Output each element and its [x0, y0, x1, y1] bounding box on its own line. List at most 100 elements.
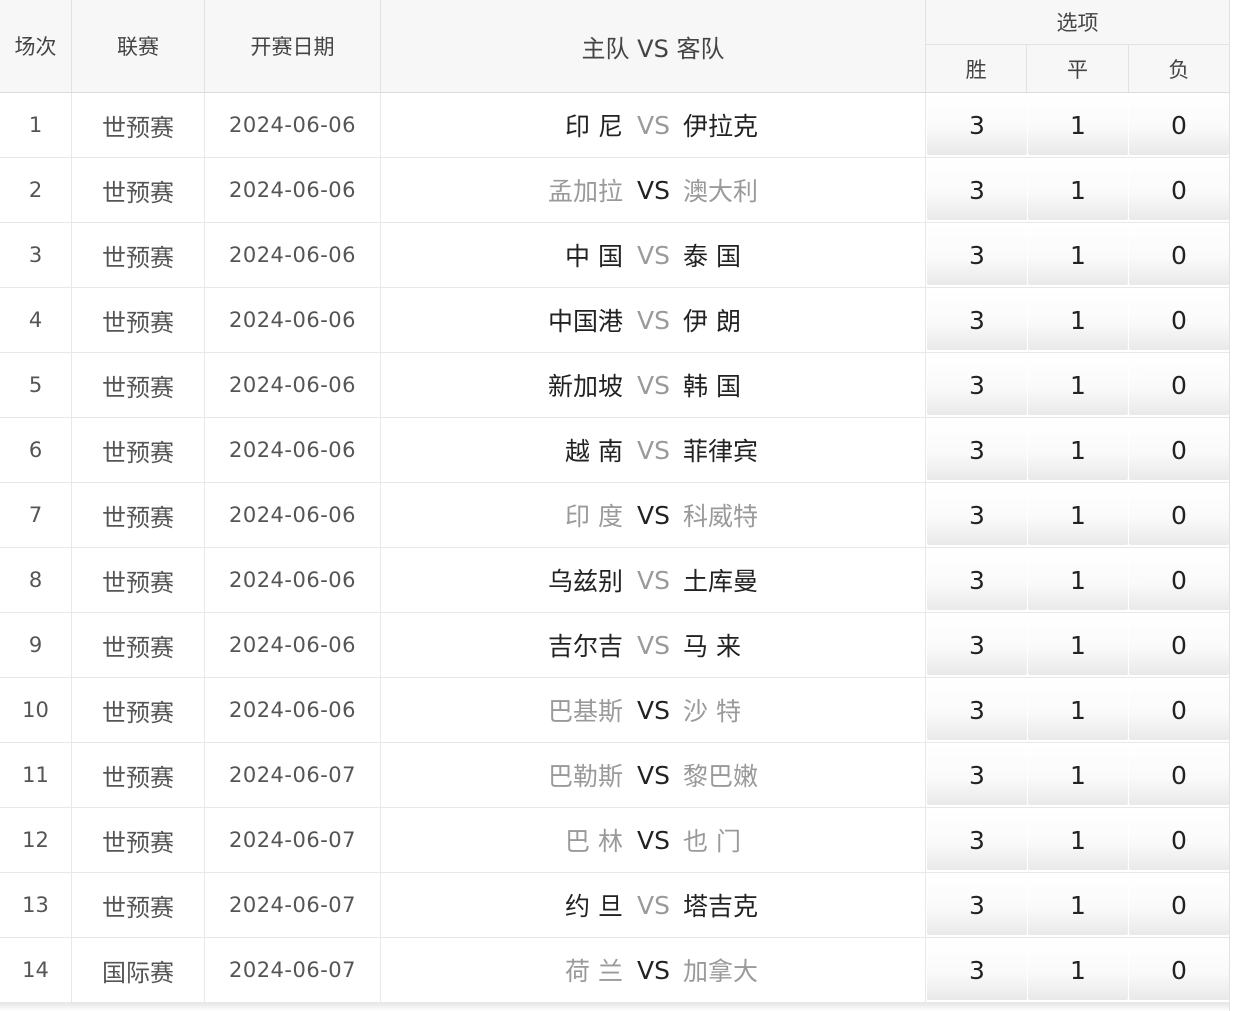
option-lose-button[interactable]: 0 — [1129, 875, 1229, 935]
away-team: 黎巴嫩 — [683, 762, 759, 791]
vs-label: VS — [637, 175, 670, 205]
header-options-title: 选项 — [926, 0, 1229, 45]
away-team: 科威特 — [683, 502, 759, 531]
option-draw-button[interactable]: 1 — [1028, 485, 1128, 545]
table-row: 2 世预赛 2024-06-06 孟加拉 VS 澳大利 3 1 0 — [0, 158, 1229, 223]
option-win-button[interactable]: 3 — [927, 745, 1027, 805]
option-draw-button[interactable]: 1 — [1028, 810, 1128, 870]
match-number: 7 — [0, 483, 72, 547]
header-league: 联赛 — [72, 0, 205, 92]
match-teams: 孟加拉 VS 澳大利 — [381, 158, 926, 222]
option-lose-button[interactable]: 0 — [1129, 810, 1229, 870]
match-date: 2024-06-06 — [205, 158, 381, 222]
match-number: 14 — [0, 938, 72, 1002]
option-win-button[interactable]: 3 — [927, 940, 1027, 1000]
option-lose-button[interactable]: 0 — [1129, 355, 1229, 415]
home-team: 印 尼 — [565, 112, 623, 141]
match-teams: 印 尼 VS 伊拉克 — [381, 93, 926, 157]
match-number: 4 — [0, 288, 72, 352]
header-no: 场次 — [0, 0, 72, 92]
home-team: 巴 林 — [565, 827, 623, 856]
option-win-button[interactable]: 3 — [927, 875, 1027, 935]
vs-label: VS — [637, 955, 670, 985]
match-number: 2 — [0, 158, 72, 222]
option-lose-button[interactable]: 0 — [1129, 940, 1229, 1000]
vs-label: VS — [637, 110, 670, 140]
match-number: 5 — [0, 353, 72, 417]
match-teams: 中国港 VS 伊 朗 — [381, 288, 926, 352]
table-row: 9 世预赛 2024-06-06 吉尔吉 VS 马 来 3 1 0 — [0, 613, 1229, 678]
away-team: 也 门 — [683, 827, 741, 856]
option-win-button[interactable]: 3 — [927, 810, 1027, 870]
option-draw-button[interactable]: 1 — [1028, 940, 1128, 1000]
league-name: 世预赛 — [72, 743, 205, 807]
league-name: 国际赛 — [72, 938, 205, 1002]
match-number: 8 — [0, 548, 72, 612]
match-number: 6 — [0, 418, 72, 482]
home-team: 印 度 — [565, 502, 623, 531]
option-win-button[interactable]: 3 — [927, 680, 1027, 740]
option-win-button[interactable]: 3 — [927, 95, 1027, 155]
match-number: 9 — [0, 613, 72, 677]
vs-label: VS — [637, 695, 670, 725]
table-body: 1 世预赛 2024-06-06 印 尼 VS 伊拉克 3 1 0 2 世预赛 … — [0, 93, 1229, 1003]
table-row: 12 世预赛 2024-06-07 巴 林 VS 也 门 3 1 0 — [0, 808, 1229, 873]
match-teams: 巴勒斯 VS 黎巴嫩 — [381, 743, 926, 807]
match-teams: 乌兹别 VS 土库曼 — [381, 548, 926, 612]
option-draw-button[interactable]: 1 — [1028, 355, 1128, 415]
away-team: 土库曼 — [683, 567, 759, 596]
option-win-button[interactable]: 3 — [927, 355, 1027, 415]
away-team: 沙 特 — [683, 697, 741, 726]
match-teams: 新加坡 VS 韩 国 — [381, 353, 926, 417]
option-lose-button[interactable]: 0 — [1129, 745, 1229, 805]
match-date: 2024-06-06 — [205, 223, 381, 287]
away-team: 伊 朗 — [683, 307, 741, 336]
match-teams: 中 国 VS 泰 国 — [381, 223, 926, 287]
option-draw-button[interactable]: 1 — [1028, 615, 1128, 675]
option-lose-button[interactable]: 0 — [1129, 95, 1229, 155]
option-lose-button[interactable]: 0 — [1129, 550, 1229, 610]
option-draw-button[interactable]: 1 — [1028, 160, 1128, 220]
option-lose-button[interactable]: 0 — [1129, 420, 1229, 480]
option-draw-button[interactable]: 1 — [1028, 420, 1128, 480]
vs-label: VS — [637, 630, 670, 660]
option-lose-button[interactable]: 0 — [1129, 225, 1229, 285]
option-lose-button[interactable]: 0 — [1129, 160, 1229, 220]
option-draw-button[interactable]: 1 — [1028, 290, 1128, 350]
option-lose-button[interactable]: 0 — [1129, 485, 1229, 545]
match-number: 12 — [0, 808, 72, 872]
league-name: 世预赛 — [72, 873, 205, 937]
league-name: 世预赛 — [72, 158, 205, 222]
table-row: 5 世预赛 2024-06-06 新加坡 VS 韩 国 3 1 0 — [0, 353, 1229, 418]
table-row: 11 世预赛 2024-06-07 巴勒斯 VS 黎巴嫩 3 1 0 — [0, 743, 1229, 808]
match-date: 2024-06-07 — [205, 938, 381, 1002]
match-number: 1 — [0, 93, 72, 157]
option-lose-button[interactable]: 0 — [1129, 680, 1229, 740]
option-draw-button[interactable]: 1 — [1028, 745, 1128, 805]
option-draw-button[interactable]: 1 — [1028, 95, 1128, 155]
option-win-button[interactable]: 3 — [927, 420, 1027, 480]
away-team: 澳大利 — [683, 177, 759, 206]
option-win-button[interactable]: 3 — [927, 615, 1027, 675]
vs-label: VS — [637, 760, 670, 790]
option-win-button[interactable]: 3 — [927, 550, 1027, 610]
vs-label: VS — [637, 370, 670, 400]
option-lose-button[interactable]: 0 — [1129, 290, 1229, 350]
away-team: 菲律宾 — [683, 437, 759, 466]
option-win-button[interactable]: 3 — [927, 225, 1027, 285]
option-draw-button[interactable]: 1 — [1028, 225, 1128, 285]
option-draw-button[interactable]: 1 — [1028, 550, 1128, 610]
match-teams: 越 南 VS 菲律宾 — [381, 418, 926, 482]
match-date: 2024-06-06 — [205, 678, 381, 742]
table-row: 13 世预赛 2024-06-07 约 旦 VS 塔吉克 3 1 0 — [0, 873, 1229, 938]
option-draw-button[interactable]: 1 — [1028, 875, 1128, 935]
match-teams: 巴基斯 VS 沙 特 — [381, 678, 926, 742]
option-draw-button[interactable]: 1 — [1028, 680, 1128, 740]
home-team: 巴基斯 — [547, 697, 623, 726]
option-win-button[interactable]: 3 — [927, 485, 1027, 545]
option-win-button[interactable]: 3 — [927, 290, 1027, 350]
option-win-button[interactable]: 3 — [927, 160, 1027, 220]
option-lose-button[interactable]: 0 — [1129, 615, 1229, 675]
bottom-shadow — [0, 1003, 1229, 1011]
table-row: 8 世预赛 2024-06-06 乌兹别 VS 土库曼 3 1 0 — [0, 548, 1229, 613]
